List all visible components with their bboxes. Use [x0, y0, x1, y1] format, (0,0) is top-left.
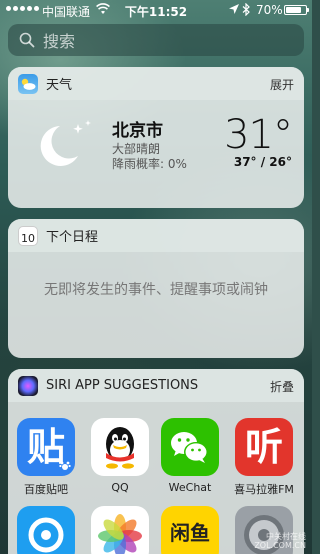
weather-content: 北京市 大部晴朗 降雨概率: 0% 31° 37° / 26°	[8, 100, 304, 208]
siri-widget-header: SIRI APP SUGGESTIONS 折叠	[8, 369, 304, 402]
bluetooth-icon	[242, 3, 250, 16]
app-photos[interactable]	[84, 506, 156, 554]
app-suggestion-5[interactable]	[10, 506, 82, 554]
xianyu-icon-glyph: 闲鱼	[170, 521, 210, 545]
location-arrow-icon	[229, 4, 239, 14]
calendar-widget[interactable]: 10 下个日程 无即将发生的事件、提醒事项或闹钟	[8, 219, 304, 358]
calendar-app-icon: 10	[18, 225, 38, 246]
wechat-icon	[161, 418, 219, 476]
battery-percentage: 70%	[256, 3, 283, 17]
ximalaya-icon: 听	[235, 418, 293, 476]
app-label: 喜马拉雅FM	[234, 483, 294, 496]
photos-icon	[91, 506, 149, 554]
xianyu-icon: 闲鱼	[161, 506, 219, 554]
watermark-line-1: 中关村在线	[266, 532, 306, 541]
siri-widget-title: SIRI APP SUGGESTIONS	[46, 378, 199, 393]
collapse-button[interactable]: 折叠	[270, 378, 294, 395]
weather-widget-title: 天气	[46, 78, 73, 93]
weather-app-icon	[18, 73, 38, 94]
calendar-content: 无即将发生的事件、提醒事项或闹钟	[8, 252, 304, 358]
app-xianyu[interactable]: 闲鱼	[154, 506, 226, 554]
battery-icon	[284, 5, 309, 15]
app-label: QQ	[111, 481, 129, 494]
app-ximalaya[interactable]: 听 喜马拉雅FM	[228, 418, 300, 497]
temperature-range: 37° / 26°	[233, 155, 292, 169]
tieba-icon: 贴	[17, 418, 75, 476]
current-temperature: 31°	[224, 112, 293, 158]
city-name: 北京市	[112, 121, 163, 141]
calendar-widget-header: 10 下个日程	[8, 219, 304, 252]
siri-icon	[18, 375, 38, 396]
moon-stars-icon	[40, 120, 91, 166]
app-wechat[interactable]: WeChat	[154, 418, 226, 494]
search-icon	[19, 32, 35, 48]
app-label: WeChat	[168, 481, 212, 494]
status-bar: 中国联通 下午11:52 70%	[0, 0, 312, 20]
app-qq[interactable]: QQ	[84, 418, 156, 494]
weather-widget-header: 天气 展开	[8, 67, 304, 100]
blue-circle-app-icon	[17, 506, 75, 554]
weather-widget[interactable]: 天气 展开 北京市 大部晴朗 降雨概率: 0% 31° 37° / 26°	[8, 67, 304, 208]
search-field[interactable]: 搜索	[8, 24, 304, 56]
qq-icon	[91, 418, 149, 476]
app-label: 百度贴吧	[24, 483, 68, 496]
rain-chance: 降雨概率: 0%	[112, 157, 187, 171]
ximalaya-icon-glyph: 听	[244, 425, 283, 469]
expand-button[interactable]: 展开	[270, 76, 294, 93]
no-events-message: 无即将发生的事件、提醒事项或闹钟	[44, 282, 268, 298]
watermark-logo: 中关村在线 ZOL.COM.CN	[254, 532, 306, 550]
watermark-line-2: ZOL.COM.CN	[254, 541, 306, 550]
calendar-icon-day: 10	[21, 231, 35, 245]
app-baidu-tieba[interactable]: 贴 百度贴吧	[10, 418, 82, 497]
calendar-widget-title: 下个日程	[46, 230, 99, 245]
siri-suggestions-widget: SIRI APP SUGGESTIONS 折叠 贴 百度贴吧 QQ WeChat…	[8, 369, 304, 554]
search-placeholder: 搜索	[43, 32, 76, 51]
